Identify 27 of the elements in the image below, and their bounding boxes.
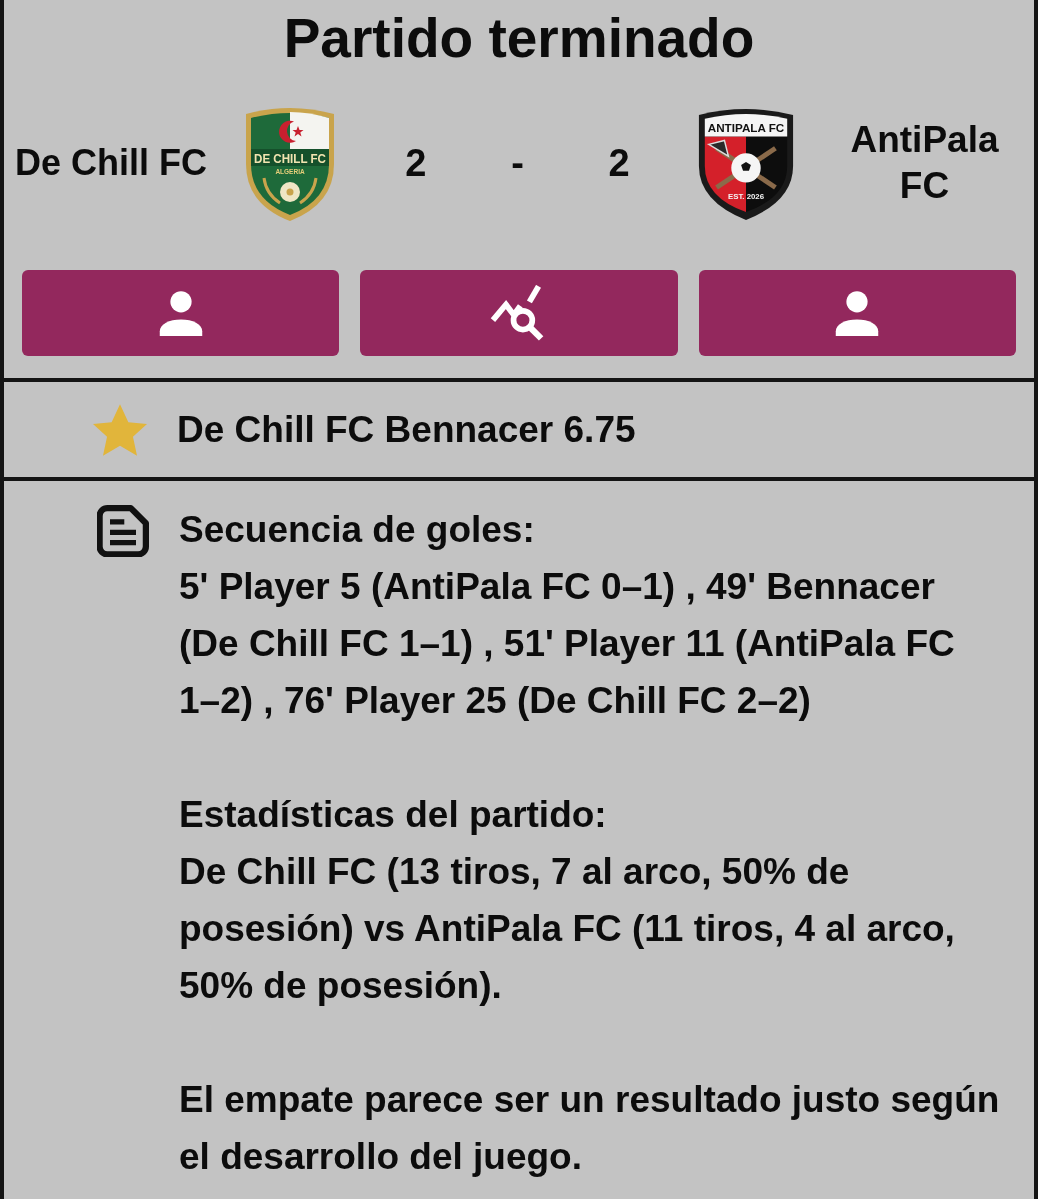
laurel-drawing	[262, 177, 281, 204]
soccer-ball-icon	[280, 181, 300, 202]
star-icon	[93, 403, 147, 456]
crest-title: ANTIPALA FC	[707, 120, 785, 134]
crescent-star-icon	[279, 120, 304, 143]
home-players-button[interactable]	[22, 270, 340, 356]
document-icon	[97, 505, 149, 557]
player-of-match-text: De Chill FC Bennacer 6.75	[177, 407, 636, 452]
home-team-name: De Chill FC	[15, 141, 207, 183]
away-score: 2	[608, 140, 630, 185]
laurel-drawing	[299, 177, 318, 204]
match-status-title: Partido terminado	[283, 5, 755, 70]
crest-title: DE CHILL FC	[254, 151, 329, 165]
summary-heading: Estadísticas del partido:	[179, 793, 608, 837]
score-separator: -	[511, 140, 524, 185]
summary-paragraph: De Chill FC (13 tiros, 7 al arco, 50% de posesión) vs AntiPala FC (11 tiros, 4 al arco, 50% de posesión).	[179, 850, 956, 1008]
crest-subtitle: EST. 2026	[727, 191, 765, 201]
person-icon	[834, 290, 881, 336]
crossed-shovels-drawing	[706, 139, 777, 190]
person-icon	[157, 290, 204, 336]
away-team-name: AntiPala FC	[849, 117, 1000, 208]
summary-heading: Secuencia de goles:	[179, 508, 536, 552]
home-score: 2	[405, 140, 427, 185]
summary-paragraph: 5' Player 5 (AntiPala FC 0–1) , 49' Bennacer (De Chill FC 1–1) , 51' Player 11 (AntiPala FC 1–2) , 76' Player 25 (De Chill FC 2–2)	[179, 565, 956, 723]
away-players-button[interactable]	[698, 270, 1016, 356]
summary-paragraph: El empate parece ser un resultado justo según el desarrollo del juego.	[179, 1078, 1001, 1179]
stats-button[interactable]	[360, 270, 678, 356]
